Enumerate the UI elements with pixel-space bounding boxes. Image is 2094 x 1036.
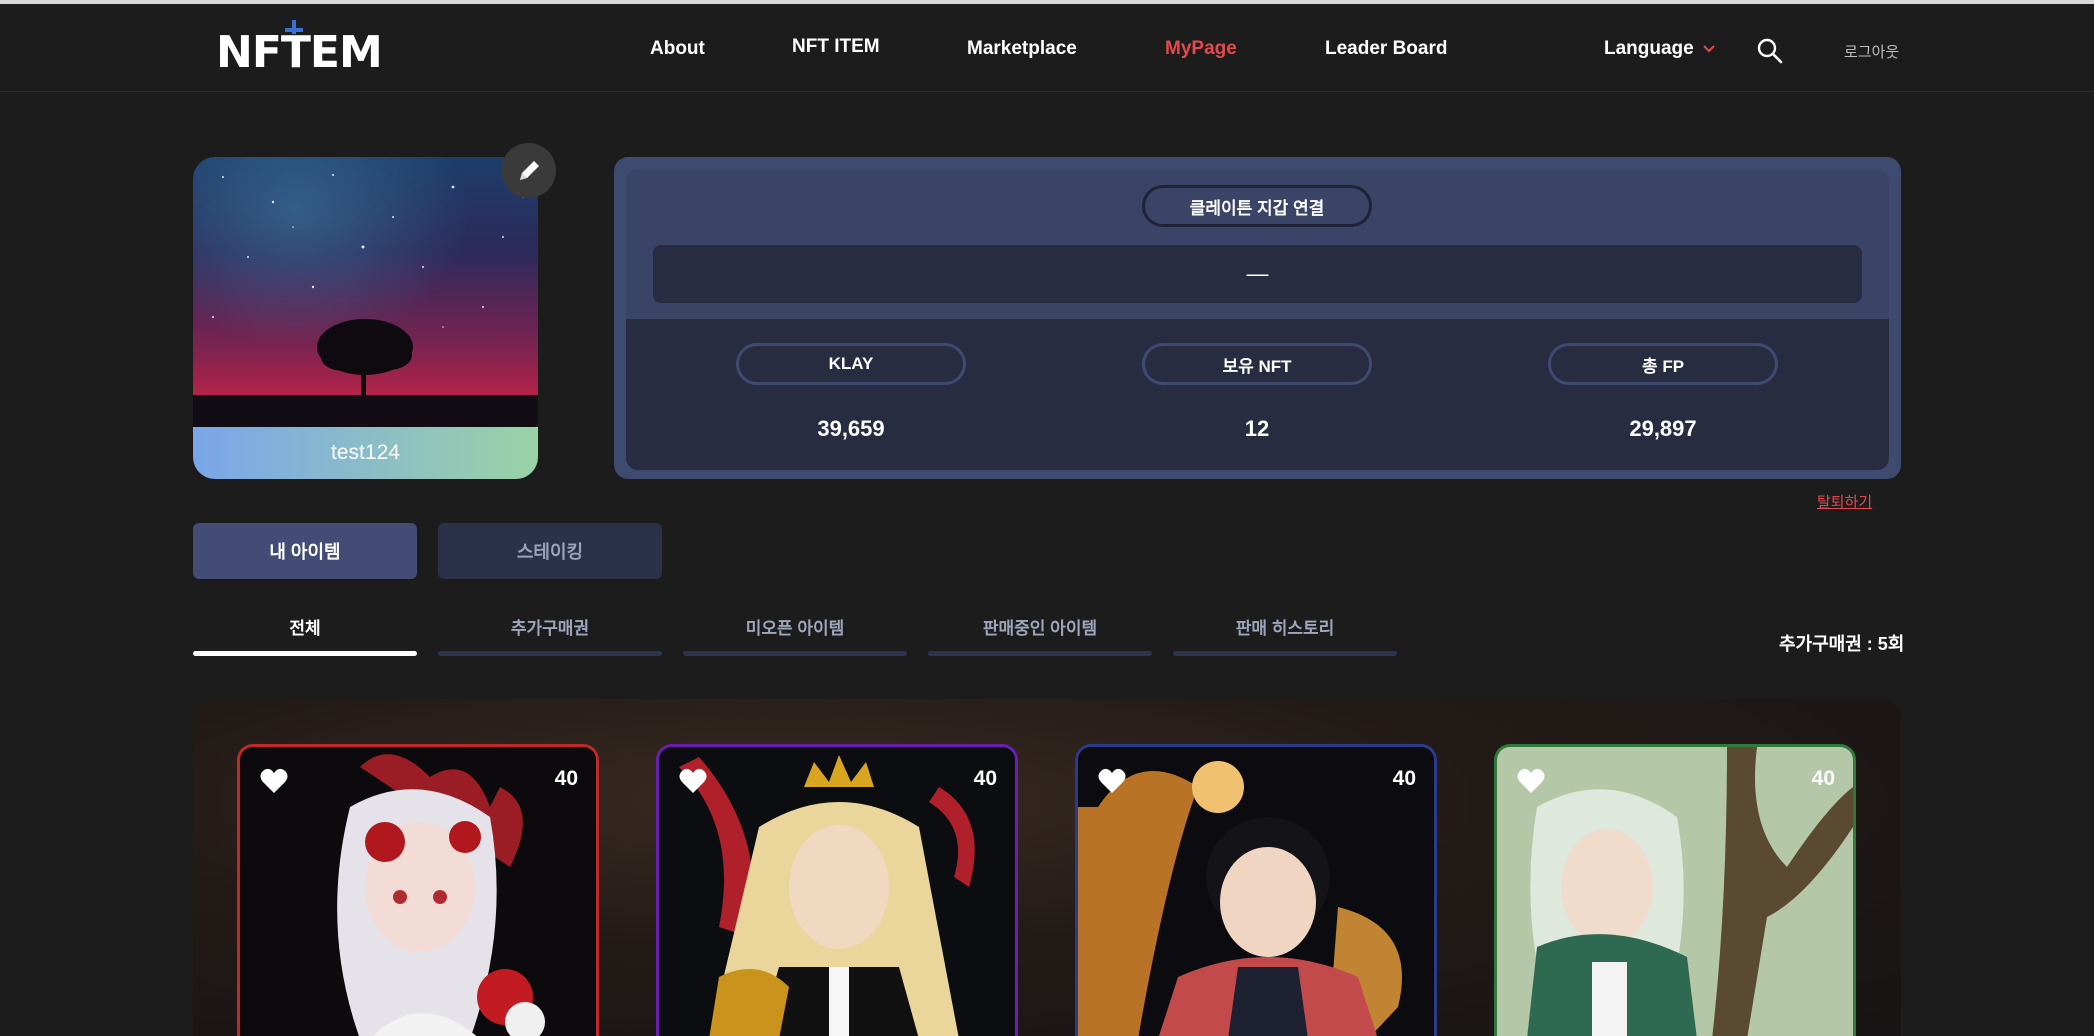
withdraw-link[interactable]: 탈퇴하기 [1817, 491, 1872, 512]
subtab-label: 판매 히스토리 [1235, 619, 1335, 638]
subtab-label: 미오픈 아이템 [745, 619, 845, 638]
tab-my-items[interactable]: 내 아이템 [193, 523, 417, 579]
nav-leader-board[interactable]: Leader Board [1325, 38, 1447, 60]
nft-card[interactable]: 40 [1075, 744, 1437, 1036]
profile-card: test124 [193, 157, 538, 479]
subtab-sales-history[interactable]: 판매 히스토리 [1173, 616, 1397, 656]
nft-card-art [659, 747, 1015, 1036]
edit-profile-button[interactable] [501, 143, 556, 198]
site-header: NFTEM About NFT ITEM Marketplace MyPage … [0, 4, 2094, 92]
subtab-underline [928, 651, 1152, 656]
nft-card-art [240, 747, 596, 1036]
nav-nft-item[interactable]: NFT ITEM [792, 36, 880, 58]
chevron-down-icon [1703, 45, 1715, 53]
subtab-all[interactable]: 전체 [193, 616, 417, 656]
like-count: 40 [1811, 767, 1835, 790]
nft-card[interactable]: 40 [1494, 744, 1856, 1036]
tab-staking[interactable]: 스테이킹 [438, 523, 662, 579]
connect-wallet-button[interactable]: 클레이튼 지갑 연결 [1142, 185, 1372, 227]
stat-value-nft: 12 [1244, 416, 1270, 441]
sword-icon [285, 20, 303, 34]
stat-label-klay: KLAY [736, 343, 966, 385]
heart-icon[interactable] [260, 768, 288, 794]
subtab-label: 전체 [289, 619, 321, 638]
nft-card-art [1078, 747, 1434, 1036]
nav-marketplace[interactable]: Marketplace [967, 38, 1077, 60]
subtab-underline [438, 651, 662, 656]
site-logo[interactable]: NFTEM [216, 18, 383, 80]
subtab-underline [683, 651, 907, 656]
heart-icon[interactable] [1098, 768, 1126, 794]
logout-link[interactable]: 로그아웃 [1844, 41, 1899, 62]
stat-value-klay: 39,659 [817, 416, 885, 441]
nav-about[interactable]: About [650, 38, 705, 60]
subtab-label: 판매중인 아이템 [982, 619, 1098, 638]
like-count: 40 [1392, 767, 1416, 790]
language-label: Language [1604, 38, 1694, 59]
wallet-inner: 클레이튼 지갑 연결 — KLAY 보유 NFT 총 FP 39,659 12 … [626, 170, 1889, 470]
subtab-underline [193, 651, 417, 656]
language-selector[interactable]: Language [1604, 38, 1716, 60]
heart-icon[interactable] [679, 768, 707, 794]
wallet-address: — [653, 245, 1862, 303]
nft-card-art [1497, 747, 1853, 1036]
subtab-purchase-ticket[interactable]: 추가구매권 [438, 616, 662, 656]
nft-card[interactable]: 40 [656, 744, 1018, 1036]
subtab-unopened[interactable]: 미오픈 아이템 [683, 616, 907, 656]
nft-card[interactable]: 40 [237, 744, 599, 1036]
profile-username: test124 [193, 427, 538, 479]
heart-icon[interactable] [1517, 768, 1545, 794]
subtab-underline [1173, 651, 1397, 656]
purchase-ticket-count: 추가구매권 : 5회 [1779, 634, 1905, 654]
subtab-on-sale[interactable]: 판매중인 아이템 [928, 616, 1152, 656]
stat-value-fp: 29,897 [1629, 416, 1697, 441]
like-count: 40 [973, 767, 997, 790]
nav-mypage[interactable]: MyPage [1165, 38, 1237, 60]
subtab-label: 추가구매권 [510, 619, 590, 638]
search-icon[interactable] [1757, 38, 1783, 64]
stat-label-nft: 보유 NFT [1142, 343, 1372, 385]
profile-background-image [193, 157, 538, 427]
like-count: 40 [554, 767, 578, 790]
pencil-icon [519, 160, 539, 180]
stat-label-fp: 총 FP [1548, 343, 1778, 385]
